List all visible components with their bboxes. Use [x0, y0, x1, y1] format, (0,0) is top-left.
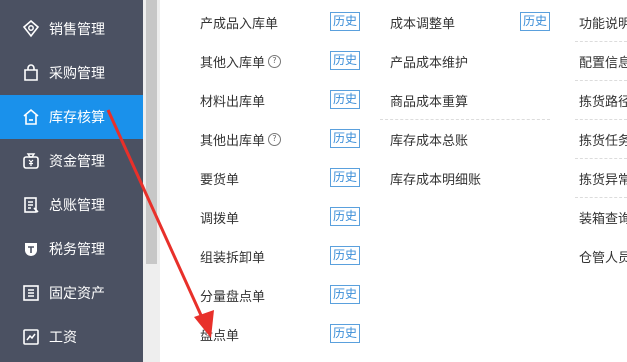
- help-icon[interactable]: ?: [268, 54, 282, 68]
- divider: [575, 41, 627, 42]
- menu-item[interactable]: 调拨单: [200, 207, 239, 227]
- history-button[interactable]: 历史: [520, 12, 550, 31]
- sidebar-item-asset[interactable]: 固定资产: [0, 271, 143, 315]
- sidebar-item-purchase[interactable]: 采购管理: [0, 51, 143, 95]
- app-root: 销售管理 采购管理 库存核算 资金管理 总账管理 税务管理 固定资产 工资 产成…: [0, 0, 627, 362]
- asset-icon: [22, 284, 40, 302]
- menu-item[interactable]: 其他入库单 ?: [200, 51, 282, 71]
- history-button[interactable]: 历史: [330, 246, 360, 265]
- history-button[interactable]: 历史: [330, 168, 360, 187]
- menu-item[interactable]: 材料出库单: [200, 90, 265, 110]
- history-button[interactable]: 历史: [330, 285, 360, 304]
- sidebar-item-tax[interactable]: 税务管理: [0, 227, 143, 271]
- menu-item[interactable]: 商品成本重算: [390, 90, 468, 110]
- divider: [575, 119, 627, 120]
- sidebar-item-money[interactable]: 资金管理: [0, 139, 143, 183]
- menu-item[interactable]: 仓管人员: [579, 246, 627, 266]
- money-icon: [22, 152, 40, 170]
- help-icon[interactable]: ?: [268, 132, 282, 146]
- sidebar-item-salary[interactable]: 工资: [0, 315, 143, 359]
- menu-item[interactable]: 产成品入库单: [200, 12, 278, 32]
- sidebar-item-label: 采购管理: [49, 66, 105, 82]
- history-button[interactable]: 历史: [330, 90, 360, 109]
- sidebar: 销售管理 采购管理 库存核算 资金管理 总账管理 税务管理 固定资产 工资: [0, 0, 143, 362]
- menu-item[interactable]: 装箱查询: [579, 207, 627, 227]
- sidebar-item-label: 库存核算: [49, 110, 105, 126]
- divider: [380, 119, 550, 120]
- sidebar-item-sales[interactable]: 销售管理: [0, 7, 143, 51]
- history-button[interactable]: 历史: [330, 207, 360, 226]
- menu-item[interactable]: 要货单: [200, 168, 239, 188]
- menu-item[interactable]: 拣货异常: [579, 168, 627, 188]
- menu-item[interactable]: 库存成本总账: [390, 129, 468, 149]
- scrollbar-thumb[interactable]: [146, 0, 157, 264]
- history-button[interactable]: 历史: [330, 51, 360, 70]
- sidebar-item-label: 资金管理: [49, 154, 105, 170]
- history-button[interactable]: 历史: [330, 129, 360, 148]
- sidebar-item-label: 税务管理: [49, 242, 105, 258]
- purchase-icon: [22, 64, 40, 82]
- salary-icon: [22, 328, 40, 346]
- menu-item[interactable]: 拣货路径: [579, 90, 627, 110]
- divider: [575, 80, 627, 81]
- divider: [575, 158, 627, 159]
- menu-item[interactable]: 其他出库单 ?: [200, 129, 282, 149]
- history-button[interactable]: 历史: [330, 324, 360, 343]
- menu-item[interactable]: 产品成本维护: [390, 51, 468, 71]
- sidebar-item-label: 工资: [49, 330, 77, 346]
- sales-icon: [22, 20, 40, 38]
- sidebar-item-inventory[interactable]: 库存核算: [0, 95, 143, 139]
- menu-item[interactable]: 配置信息: [579, 51, 627, 71]
- divider: [575, 197, 627, 198]
- menu-item[interactable]: 成本调整单: [390, 12, 455, 32]
- sidebar-item-label: 总账管理: [49, 198, 105, 214]
- sidebar-item-label: 固定资产: [49, 286, 105, 302]
- sidebar-item-label: 销售管理: [49, 22, 105, 38]
- inventory-icon: [22, 108, 40, 126]
- menu-item[interactable]: 组装拆卸单: [200, 246, 265, 266]
- history-button[interactable]: 历史: [330, 12, 360, 31]
- ledger-icon: [22, 196, 40, 214]
- menu-item[interactable]: 盘点单: [200, 324, 239, 344]
- menu-item[interactable]: 拣货任务: [579, 129, 627, 149]
- menu-item[interactable]: 分量盘点单: [200, 285, 265, 305]
- menu-item[interactable]: 库存成本明细账: [390, 168, 481, 188]
- tax-icon: [22, 240, 40, 258]
- menu-item[interactable]: 功能说明: [579, 12, 627, 32]
- sidebar-item-ledger[interactable]: 总账管理: [0, 183, 143, 227]
